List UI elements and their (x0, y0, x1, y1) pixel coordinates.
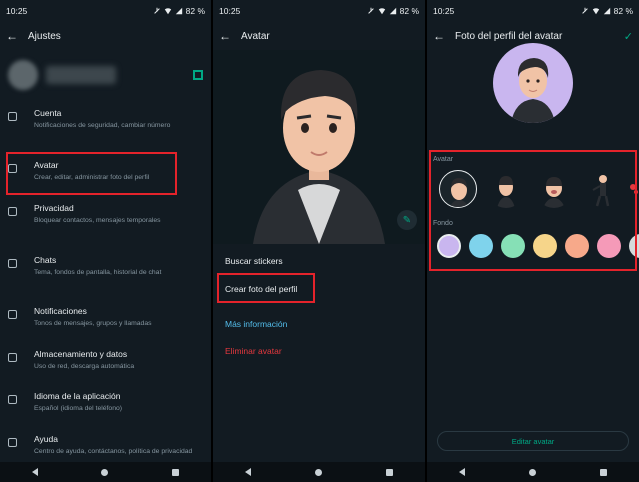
status-time: 10:25 (6, 6, 28, 16)
avatar-profile-photo-screen: 10:25 82 % ← Foto del perfil del avatar … (427, 0, 639, 482)
item-title: Chats (34, 255, 57, 265)
globe-icon (8, 395, 17, 404)
status-time: 10:25 (433, 6, 455, 16)
status-time: 10:25 (219, 6, 241, 16)
nav-recents-icon[interactable] (172, 468, 180, 476)
wifi-icon (164, 8, 171, 15)
system-nav-bar (0, 462, 211, 482)
highlight-box (6, 152, 177, 195)
more-info-link[interactable]: Más información (225, 319, 287, 329)
profile-name-blurred (46, 66, 116, 84)
page-title: Avatar (241, 30, 270, 42)
item-title: Privacidad (34, 203, 74, 213)
settings-item-chats[interactable]: Chats Tema, fondos de pantalla, historial… (0, 255, 211, 277)
delete-avatar-item[interactable]: Eliminar avatar (225, 346, 282, 356)
page-title: Foto del perfil del avatar (455, 30, 563, 42)
settings-item-privacy[interactable]: Privacidad Bloquear contactos, mensajes t… (0, 203, 211, 225)
wifi-icon (378, 8, 385, 15)
item-title: Notificaciones (34, 306, 87, 316)
system-nav-bar (213, 462, 425, 482)
battery-percent: 82 % (399, 6, 419, 16)
status-bar: 10:25 82 % (213, 0, 425, 22)
nav-back-icon[interactable] (459, 468, 465, 476)
mute-icon (153, 7, 160, 14)
settings-item-storage[interactable]: Almacenamiento y datos Uso de red, descar… (0, 349, 211, 371)
item-subtitle: Tema, fondos de pantalla, historial de c… (34, 269, 162, 276)
page-title: Ajustes (28, 30, 61, 42)
storage-icon (8, 353, 17, 362)
nav-recents-icon[interactable] (600, 468, 607, 476)
nav-recents-icon[interactable] (386, 468, 393, 476)
item-subtitle: Bloquear contactos, mensajes temporales (34, 217, 161, 224)
item-title: Ayuda (34, 434, 58, 444)
key-icon (8, 112, 17, 121)
avatar (8, 60, 38, 90)
signal-icon (603, 7, 610, 15)
settings-screen: 10:25 82 % ← Ajustes Cuenta Notificacione… (0, 0, 211, 482)
profile-photo-preview (493, 43, 573, 123)
back-arrow-icon[interactable]: ← (433, 29, 455, 43)
avatar-screen: 10:25 82 % ← Avatar ✎ Buscar stickers Cr (213, 0, 425, 482)
nav-home-icon[interactable] (315, 468, 322, 476)
highlight-box (429, 150, 637, 271)
mute-icon (367, 7, 374, 14)
item-title: Idioma de la aplicación (34, 391, 121, 401)
item-title: Cuenta (34, 108, 62, 118)
back-arrow-icon[interactable]: ← (219, 29, 241, 43)
bell-icon (8, 310, 17, 319)
avatar-preview (213, 50, 425, 244)
item-subtitle: Uso de red, descarga automática (34, 363, 135, 370)
item-subtitle: Centro de ayuda, contáctanos, política d… (34, 448, 193, 455)
status-bar: 10:25 82 % (427, 0, 639, 22)
chat-icon (8, 259, 17, 268)
wifi-icon (592, 8, 599, 15)
lock-icon (8, 207, 17, 216)
edit-pencil-icon[interactable]: ✎ (397, 210, 417, 230)
highlight-box (217, 273, 315, 303)
item-subtitle: Tonos de mensajes, grupos y llamadas (34, 320, 152, 327)
signal-icon (389, 7, 396, 15)
profile-header[interactable] (8, 56, 203, 94)
nav-back-icon[interactable] (31, 468, 38, 476)
system-nav-bar (427, 462, 639, 482)
app-bar: ← Ajustes (0, 22, 211, 50)
app-bar: ← Avatar (213, 22, 425, 50)
nav-home-icon[interactable] (101, 468, 109, 476)
status-bar: 10:25 82 % (0, 0, 211, 22)
settings-item-language[interactable]: Idioma de la aplicación Español (idioma d… (0, 391, 211, 413)
nav-back-icon[interactable] (245, 468, 251, 476)
settings-item-help[interactable]: Ayuda Centro de ayuda, contáctanos, polít… (0, 434, 211, 456)
qr-code-icon[interactable] (193, 70, 203, 80)
item-subtitle: Español (idioma del teléfono) (34, 405, 123, 412)
mute-icon (581, 7, 588, 14)
edit-avatar-button[interactable]: Editar avatar (437, 431, 629, 451)
item-subtitle: Notificaciones de seguridad, cambiar núm… (34, 122, 171, 129)
checkmark-icon[interactable]: ✓ (624, 30, 633, 43)
battery-percent: 82 % (185, 6, 205, 16)
help-icon (8, 438, 17, 447)
settings-item-notifications[interactable]: Notificaciones Tonos de mensajes, grupos … (0, 306, 211, 328)
signal-icon (175, 7, 182, 15)
find-stickers-item[interactable]: Buscar stickers (225, 256, 283, 266)
nav-home-icon[interactable] (529, 468, 536, 476)
back-arrow-icon[interactable]: ← (6, 29, 28, 43)
item-title: Almacenamiento y datos (34, 349, 128, 359)
avatar-illustration (253, 70, 385, 244)
settings-item-account[interactable]: Cuenta Notificaciones de seguridad, cambi… (0, 108, 211, 130)
battery-percent: 82 % (613, 6, 633, 16)
